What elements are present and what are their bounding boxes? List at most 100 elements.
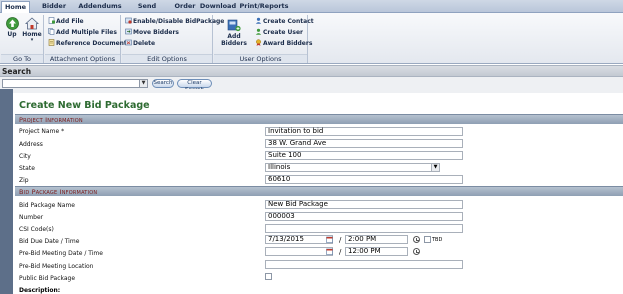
tab-addendums[interactable]: Addendums [78, 1, 122, 13]
search-combobox[interactable]: ▼ [2, 79, 148, 88]
bid-package-name-field[interactable]: New Bid Package [265, 200, 463, 209]
move-bidders-icon [125, 28, 132, 35]
prebid-date-time-separator: / [339, 248, 342, 256]
state-select[interactable]: Illinois ▼ [265, 163, 440, 172]
zip-field[interactable]: 60610 [265, 175, 463, 184]
date-time-separator: / [339, 236, 342, 244]
up-label: Up [7, 31, 17, 38]
move-bidders-label: Move Bidders [133, 29, 179, 36]
prebid-time-field[interactable]: 12:00 PM [345, 247, 408, 256]
bid-due-date-field[interactable]: 7/13/2015 [265, 235, 333, 244]
bid-due-calendar-icon[interactable] [326, 236, 333, 243]
tbd-checkbox[interactable] [424, 236, 431, 243]
city-label: City [19, 153, 31, 160]
bid-due-time-field[interactable]: 2:00 PM [345, 235, 408, 244]
prebid-meeting-label: Pre-Bid Meeting Date / Time [19, 250, 103, 257]
up-arrow-icon [5, 17, 19, 30]
left-sidebar-stripe [0, 89, 13, 294]
section-project-information-title: Project Information [19, 116, 83, 124]
add-file-label: Add File [56, 18, 84, 25]
prebid-date-field[interactable] [265, 247, 333, 256]
contact-icon [255, 17, 262, 24]
add-multiple-files-button[interactable]: Add Multiple Files [48, 28, 117, 38]
city-field[interactable]: Suite 100 [265, 151, 463, 160]
add-file-button[interactable]: Add File [48, 17, 84, 27]
state-dropdown-icon[interactable]: ▼ [431, 164, 439, 171]
home-button[interactable]: Home ▾ [22, 17, 42, 43]
enable-disable-label: Enable/Disable BidPackage [133, 18, 225, 25]
tab-download[interactable]: Download [199, 1, 237, 13]
bid-package-name-label: Bid Package Name [19, 202, 75, 209]
reference-documents-button[interactable]: Reference Documents [48, 39, 130, 49]
add-multiple-files-icon [48, 28, 55, 35]
section-bid-package-information-title: Bid Package Information [19, 188, 98, 196]
reference-documents-label: Reference Documents [56, 40, 131, 47]
bid-due-clock-icon[interactable] [413, 236, 420, 243]
tab-order[interactable]: Order [172, 1, 198, 13]
delete-icon [125, 39, 132, 46]
enable-disable-icon [125, 17, 132, 24]
required-marker: * [61, 128, 65, 135]
group-go-to: Up Home ▾ Go To [1, 15, 44, 63]
ribbon-tab-bar: Home Bidder Status Addendums Send Option… [0, 0, 623, 21]
group-label-edit-options: Edit Options [122, 54, 212, 63]
award-bidders-button[interactable]: Award Bidders [255, 39, 312, 49]
group-label-go-to: Go To [1, 54, 43, 63]
search-header: Search [0, 65, 623, 77]
delete-label: Delete [133, 40, 156, 47]
bid-due-date-label: Bid Due Date / Time [19, 238, 80, 245]
group-attachment-options: Add File Add Multiple Files Reference Do… [45, 15, 130, 63]
create-user-button[interactable]: Create User [255, 28, 303, 38]
award-bidders-label: Award Bidders [263, 40, 313, 47]
home-icon [25, 17, 39, 30]
tbd-label: TBD [432, 237, 443, 243]
address-field[interactable]: 38 W. Grand Ave [265, 139, 463, 148]
tab-bidder-status[interactable]: Bidder Status [31, 1, 77, 21]
ribbon: Up Home ▾ Go To Add File Add Multiple Fi… [0, 13, 623, 64]
search-title: Search [2, 67, 32, 76]
tab-print-reports[interactable]: Print/Reports [238, 1, 290, 13]
add-bidders-label: Add Bidders [221, 33, 247, 47]
group-label-user-options: User Options [214, 54, 307, 63]
state-label: State [19, 165, 35, 172]
search-dropdown-icon[interactable]: ▼ [139, 80, 147, 87]
group-edit-options: Enable/Disable BidPackage Move Bidders D… [122, 15, 224, 63]
public-bid-package-label: Public Bid Package [19, 275, 76, 282]
search-button[interactable]: Search [152, 79, 174, 88]
prebid-clock-icon[interactable] [413, 248, 420, 255]
number-field[interactable]: 000003 [265, 212, 463, 221]
zip-label: Zip [19, 177, 29, 184]
group-label-attachment-options: Attachment Options [45, 54, 120, 63]
up-button[interactable]: Up [3, 17, 21, 38]
tab-send-options[interactable]: Send Options [123, 1, 171, 21]
state-value: Illinois [268, 163, 291, 171]
create-user-label: Create User [263, 29, 303, 36]
award-icon [256, 39, 261, 46]
create-contact-button[interactable]: Create Contact [255, 17, 314, 27]
content-top-bar [0, 89, 623, 93]
section-bid-package-information: Bid Package Information [15, 186, 623, 196]
group-user-options: Add Bidders Create Contact Create User A… [214, 15, 314, 63]
prebid-calendar-icon[interactable] [326, 248, 333, 255]
add-file-icon [48, 17, 55, 24]
csi-codes-field[interactable] [265, 224, 463, 233]
home-dropdown-icon: ▾ [30, 37, 34, 43]
user-icon [255, 28, 262, 35]
add-multiple-files-label: Add Multiple Files [56, 29, 117, 36]
clear-search-button[interactable]: Clear Search [177, 79, 212, 93]
add-bidders-button[interactable]: Add Bidders [216, 18, 252, 47]
enable-disable-bidpackage-button[interactable]: Enable/Disable BidPackage [125, 17, 224, 27]
create-contact-label: Create Contact [263, 18, 314, 25]
move-bidders-button[interactable]: Move Bidders [125, 28, 179, 38]
section-project-information: Project Information [15, 114, 623, 124]
project-name-field[interactable]: Invitation to bid [265, 127, 463, 136]
public-bid-package-checkbox[interactable] [265, 273, 272, 280]
reference-documents-icon [48, 39, 55, 46]
prebid-location-field[interactable] [265, 260, 463, 269]
number-label: Number [19, 214, 44, 221]
csi-codes-label: CSI Code(s) [19, 226, 54, 233]
delete-button[interactable]: Delete [125, 39, 155, 49]
prebid-location-label: Pre-Bid Meeting Location [19, 263, 94, 270]
page-title: Create New Bid Package [19, 100, 150, 111]
add-bidders-icon [227, 19, 241, 32]
